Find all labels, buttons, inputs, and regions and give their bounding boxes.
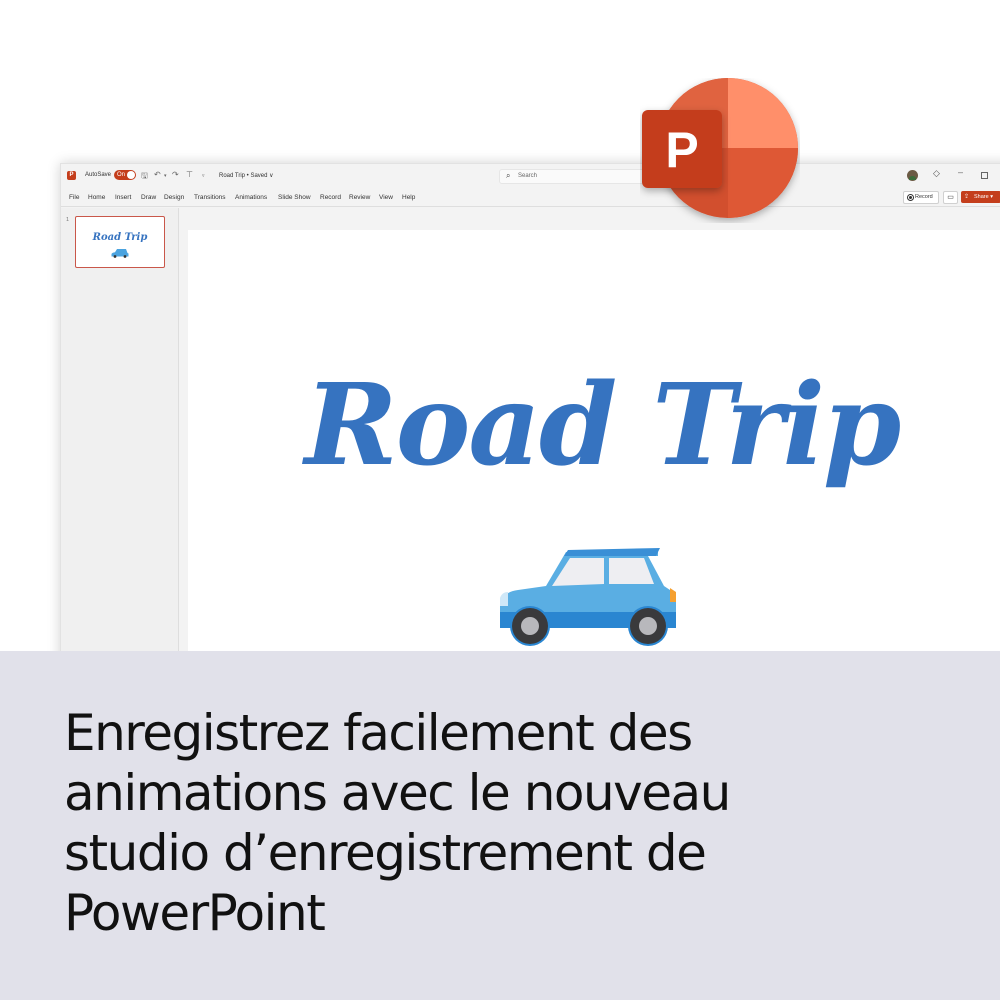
record-button[interactable]: Record xyxy=(903,191,939,204)
powerpoint-window: P AutoSave On 🖫 ↶ ▾ ↷ ⊤ ▿ Road Trip • Sa… xyxy=(60,163,1000,665)
tab-design[interactable]: Design xyxy=(164,194,184,201)
toggle-knob xyxy=(127,171,135,179)
tab-transitions[interactable]: Transitions xyxy=(194,194,226,201)
caption-banner: Enregistrez facilement des animations av… xyxy=(0,651,1000,1000)
car-icon[interactable] xyxy=(498,540,678,650)
tab-review[interactable]: Review xyxy=(349,194,370,201)
document-title[interactable]: Road Trip • Saved ∨ xyxy=(219,172,274,179)
tab-home[interactable]: Home xyxy=(88,194,105,201)
tab-draw[interactable]: Draw xyxy=(141,194,156,201)
minimize-button[interactable]: – xyxy=(958,167,963,177)
record-icon xyxy=(907,194,914,201)
thumbnail-car-icon xyxy=(111,249,129,258)
autosave-state: On xyxy=(117,172,126,178)
comment-icon: ▭ xyxy=(947,194,954,201)
tab-help[interactable]: Help xyxy=(402,194,415,201)
menu-bar: File Home Insert Draw Design Transitions… xyxy=(61,188,1000,207)
share-button[interactable]: ⇪ Share ▾ xyxy=(961,191,1000,203)
slide-thumbnail-pane: 1 Road Trip xyxy=(61,208,179,664)
caption-text: Enregistrez facilement des animations av… xyxy=(64,704,731,942)
search-placeholder: Search xyxy=(518,173,538,179)
user-avatar[interactable] xyxy=(907,170,918,181)
tab-animations[interactable]: Animations xyxy=(235,194,267,201)
thumbnail-title: Road Trip xyxy=(92,232,148,243)
record-label: Record xyxy=(915,194,933,200)
slide-number: 1 xyxy=(66,217,70,223)
undo-dropdown-icon[interactable]: ▾ xyxy=(164,173,167,179)
powerpoint-logo: P xyxy=(642,78,798,218)
tab-record[interactable]: Record xyxy=(320,194,341,201)
search-icon: ⌕ xyxy=(506,171,511,180)
logo-letter: P xyxy=(665,122,698,178)
customize-qat-icon[interactable]: ▿ xyxy=(202,173,205,179)
undo-icon[interactable]: ↶ xyxy=(154,170,161,179)
present-icon[interactable]: ⊤ xyxy=(186,170,193,179)
search-box[interactable]: ⌕ Search xyxy=(499,169,651,184)
maximize-button[interactable] xyxy=(981,172,988,179)
title-bar: P AutoSave On 🖫 ↶ ▾ ↷ ⊤ ▿ Road Trip • Sa… xyxy=(61,164,1000,186)
autosave-label: AutoSave xyxy=(85,172,112,178)
autosave-toggle[interactable]: On xyxy=(114,170,136,180)
tab-file[interactable]: File xyxy=(69,194,79,201)
redo-icon[interactable]: ↷ xyxy=(172,170,179,179)
share-icon: ⇪ xyxy=(964,194,970,200)
slide-thumbnail[interactable]: Road Trip xyxy=(75,216,165,268)
slide-title[interactable]: Road Trip xyxy=(262,370,942,482)
tab-insert[interactable]: Insert xyxy=(115,194,131,201)
premium-diamond-icon[interactable]: ◇ xyxy=(933,168,940,179)
slide-canvas[interactable]: Road Trip xyxy=(188,230,1000,664)
powerpoint-app-icon: P xyxy=(67,171,76,180)
tab-slide-show[interactable]: Slide Show xyxy=(278,194,311,201)
save-icon[interactable]: 🖫 xyxy=(141,170,148,184)
comments-button[interactable]: ▭ xyxy=(943,191,958,204)
tab-view[interactable]: View xyxy=(379,194,393,201)
share-label: Share ▾ xyxy=(974,194,993,200)
